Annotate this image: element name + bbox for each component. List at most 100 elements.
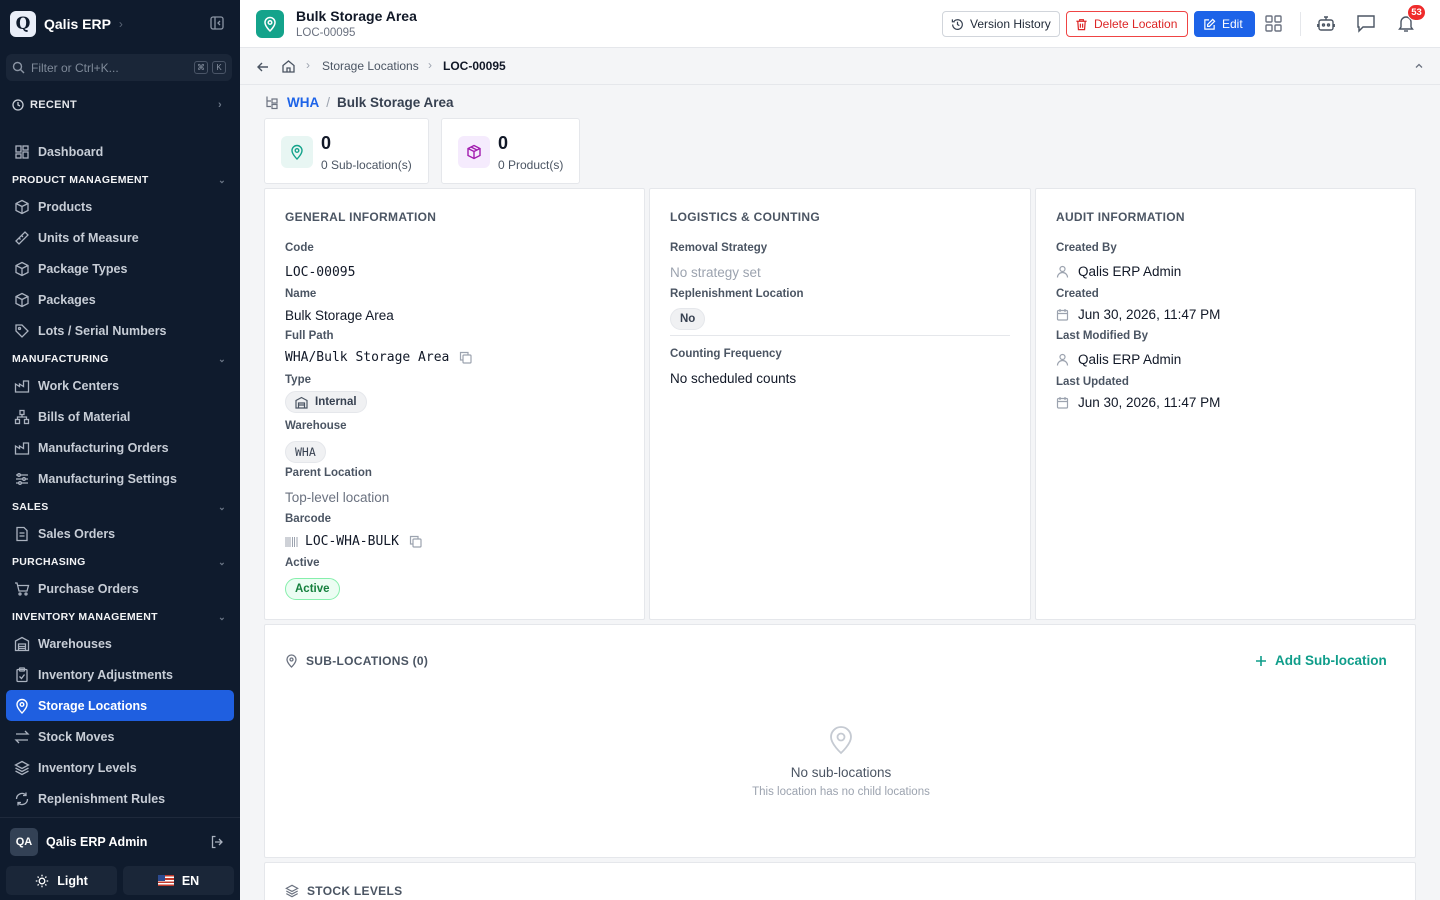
type-value: Internal	[315, 396, 357, 408]
sidebar-item-label: Inventory Levels	[38, 760, 137, 775]
add-sublocation-button[interactable]: Add Sub-location	[1255, 653, 1387, 668]
language-button[interactable]: EN	[123, 866, 234, 895]
app-logo: Q	[10, 11, 36, 37]
sublocations-stat-card[interactable]: 0 0 Sub-location(s)	[264, 118, 429, 184]
robot-icon[interactable]	[1317, 14, 1335, 32]
brand[interactable]: Q Qalis ERP ›	[10, 10, 123, 38]
copy-icon[interactable]	[409, 535, 422, 548]
section-sales[interactable]: SALES ⌄	[6, 496, 234, 518]
sidebar-item-label: Purchase Orders	[38, 581, 139, 596]
map-pin-icon	[281, 136, 313, 168]
user-icon	[1056, 353, 1069, 366]
box-icon	[458, 136, 490, 168]
section-inventory-management[interactable]: INVENTORY MANAGEMENT ⌄	[6, 606, 234, 628]
refresh-icon	[15, 792, 29, 805]
field-label: Warehouse	[285, 420, 347, 432]
search-icon	[12, 61, 25, 74]
user-profile[interactable]: QA Qalis ERP Admin	[10, 828, 147, 856]
sidebar-item-label: Lots / Serial Numbers	[38, 323, 167, 338]
chevron-down-icon: ⌄	[218, 501, 226, 512]
kbd-k: K	[212, 61, 226, 74]
breadcrumb-separator: ›	[306, 58, 310, 72]
created-by-value: Qalis ERP Admin	[1078, 264, 1182, 279]
apps-grid-icon[interactable]	[1265, 15, 1282, 32]
field-label: Type	[285, 374, 311, 386]
sidebar-item-sales-orders[interactable]: Sales Orders	[6, 518, 234, 549]
section-label: SALES	[12, 501, 49, 513]
sidebar-item-uom[interactable]: Units of Measure	[6, 222, 234, 253]
sidebar-item-storage-locations[interactable]: Storage Locations	[6, 690, 234, 721]
recent-toggle[interactable]: RECENT ›	[12, 99, 222, 111]
version-history-label: Version History	[970, 17, 1051, 31]
parent-location-value: Top-level location	[285, 490, 390, 505]
warehouse-badge: WHA	[285, 441, 326, 463]
calendar-icon	[1056, 397, 1069, 409]
cart-icon	[15, 581, 30, 596]
updated-value: Jun 30, 2026, 11:47 PM	[1078, 395, 1221, 410]
sidebar-item-lots[interactable]: Lots / Serial Numbers	[6, 315, 234, 346]
sidebar-footer: QA Qalis ERP Admin Light EN	[0, 817, 240, 900]
sidebar-item-label: Units of Measure	[38, 230, 139, 245]
sidebar-item-inventory-levels[interactable]: Inventory Levels	[6, 752, 234, 783]
chevron-up-icon[interactable]	[1413, 60, 1425, 72]
sidebar-item-label: Sales Orders	[38, 526, 116, 541]
sidebar-item-stock-moves[interactable]: Stock Moves	[6, 721, 234, 752]
home-icon[interactable]	[281, 59, 296, 74]
sidebar-item-label: Stock Moves	[38, 729, 115, 744]
calendar-icon	[1056, 309, 1069, 321]
sidebar-item-inventory-adjustments[interactable]: Inventory Adjustments	[6, 659, 234, 690]
map-pin-icon	[286, 654, 297, 668]
recent-label: RECENT	[30, 99, 78, 111]
sidebar-item-warehouses[interactable]: Warehouses	[6, 628, 234, 659]
sidebar-item-mo[interactable]: Manufacturing Orders	[6, 432, 234, 463]
collapse-sidebar-icon[interactable]	[210, 16, 224, 30]
notification-badge: 53	[1407, 4, 1426, 21]
theme-toggle-button[interactable]: Light	[6, 866, 117, 895]
sidebar-item-dashboard[interactable]: Dashboard	[6, 136, 234, 167]
breadcrumb-storage-locations[interactable]: Storage Locations	[322, 59, 419, 73]
section-purchasing[interactable]: PURCHASING ⌄	[6, 551, 234, 573]
logout-icon[interactable]	[210, 835, 224, 849]
edit-button[interactable]: Edit	[1194, 11, 1255, 37]
section-manufacturing[interactable]: MANUFACTURING ⌄	[6, 348, 234, 370]
section-label: SUB-LOCATIONS (0)	[306, 654, 429, 668]
sidebar-filter-input[interactable]: Filter or Ctrl+K... ⌘ K	[6, 54, 232, 81]
ruler-icon	[15, 230, 29, 245]
sidebar-item-label: Warehouses	[38, 636, 112, 651]
path-separator: /	[326, 95, 331, 110]
chat-icon[interactable]	[1356, 14, 1376, 33]
hierarchy-icon	[14, 409, 30, 424]
factory-icon	[14, 379, 30, 393]
sidebar-item-package-types[interactable]: Package Types	[6, 253, 234, 284]
back-arrow-icon[interactable]	[256, 60, 270, 74]
avatar: QA	[10, 828, 38, 856]
tag-icon	[15, 323, 29, 338]
empty-title: No sub-locations	[790, 765, 892, 780]
sidebar-item-products[interactable]: Products	[6, 191, 234, 222]
created-row: Jun 30, 2026, 11:47 PM	[1056, 307, 1220, 322]
sidebar-item-purchase-orders[interactable]: Purchase Orders	[6, 573, 234, 604]
section-label: PURCHASING	[12, 556, 86, 568]
card-title: GENERAL INFORMATION	[285, 210, 437, 224]
clipboard-check-icon	[16, 666, 28, 682]
sidebar-item-replenishment-rules[interactable]: Replenishment Rules	[6, 783, 234, 814]
sidebar-item-bom[interactable]: Bills of Material	[6, 401, 234, 432]
kbd-cmd: ⌘	[194, 61, 208, 74]
warehouse-icon	[295, 396, 308, 409]
name-value: Bulk Storage Area	[285, 308, 394, 323]
section-product-management[interactable]: PRODUCT MANAGEMENT ⌄	[6, 169, 234, 191]
path-warehouse-link[interactable]: WHA	[287, 95, 319, 110]
delete-location-button[interactable]: Delete Location	[1066, 11, 1188, 37]
version-history-button[interactable]: Version History	[942, 11, 1060, 37]
arrows-exchange-icon	[14, 730, 30, 743]
warehouse-icon	[14, 636, 30, 651]
products-stat-card[interactable]: 0 0 Product(s)	[441, 118, 580, 184]
sidebar-item-packages[interactable]: Packages	[6, 284, 234, 315]
sidebar-item-mfg-settings[interactable]: Manufacturing Settings	[6, 463, 234, 494]
barcode-row: LOC-WHA-BULK	[285, 534, 422, 549]
sidebar-item-work-centers[interactable]: Work Centers	[6, 370, 234, 401]
product-count-label: 0 Product(s)	[498, 158, 564, 172]
sublocation-count-label: 0 Sub-location(s)	[321, 158, 412, 172]
page-subtitle: LOC-00095	[296, 27, 356, 39]
copy-icon[interactable]	[459, 351, 472, 364]
